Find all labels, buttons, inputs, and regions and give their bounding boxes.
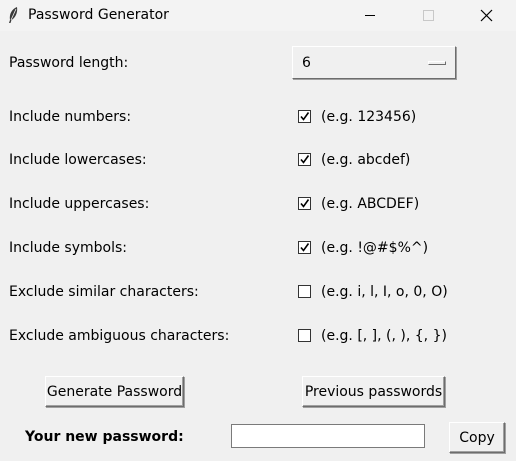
password-length-value: 6 bbox=[302, 55, 311, 71]
option-label-lowercases: Include lowercases: bbox=[9, 152, 147, 168]
copy-button[interactable]: Copy bbox=[449, 422, 505, 453]
checkbox-include-numbers[interactable] bbox=[298, 110, 311, 123]
option-hint-symbols: (e.g. !@#$%^) bbox=[321, 240, 429, 256]
option-label-uppercases: Include uppercases: bbox=[9, 196, 150, 212]
new-password-field[interactable] bbox=[231, 424, 425, 448]
option-label-numbers: Include numbers: bbox=[9, 109, 132, 125]
feather-icon bbox=[6, 6, 20, 24]
app-window: Password Generator Password length: 6 In… bbox=[0, 0, 516, 461]
generate-password-button[interactable]: Generate Password bbox=[45, 376, 184, 407]
checkmark-icon bbox=[300, 199, 310, 208]
dropdown-indicator-icon bbox=[428, 61, 446, 65]
checkbox-include-uppercases[interactable] bbox=[298, 197, 311, 210]
checkmark-icon bbox=[300, 155, 310, 164]
title-bar[interactable]: Password Generator bbox=[0, 0, 516, 31]
previous-passwords-button[interactable]: Previous passwords bbox=[302, 376, 445, 407]
checkbox-include-lowercases[interactable] bbox=[298, 153, 311, 166]
checkmark-icon bbox=[300, 112, 310, 121]
close-icon bbox=[480, 9, 493, 22]
maximize-button[interactable] bbox=[405, 0, 451, 31]
option-hint-similar: (e.g. i, l, I, o, 0, O) bbox=[321, 284, 448, 300]
option-label-ambiguous: Exclude ambiguous characters: bbox=[9, 328, 230, 344]
checkbox-include-symbols[interactable] bbox=[298, 241, 311, 254]
option-hint-uppercases: (e.g. ABCDEF) bbox=[321, 196, 420, 212]
checkbox-exclude-ambiguous[interactable] bbox=[298, 329, 311, 342]
minimize-icon bbox=[365, 15, 375, 16]
option-hint-lowercases: (e.g. abcdef) bbox=[321, 152, 411, 168]
window-title: Password Generator bbox=[28, 7, 169, 23]
option-hint-ambiguous: (e.g. [, ], (, ), {, }) bbox=[321, 328, 447, 344]
option-label-symbols: Include symbols: bbox=[9, 240, 127, 256]
maximize-icon bbox=[423, 10, 434, 21]
password-length-label: Password length: bbox=[9, 55, 129, 71]
close-button[interactable] bbox=[463, 0, 509, 31]
new-password-label: Your new password: bbox=[25, 429, 184, 445]
password-length-select[interactable]: 6 bbox=[292, 46, 456, 79]
checkbox-exclude-similar[interactable] bbox=[298, 285, 311, 298]
option-label-similar: Exclude similar characters: bbox=[9, 284, 199, 300]
checkmark-icon bbox=[300, 243, 310, 252]
minimize-button[interactable] bbox=[347, 0, 393, 31]
option-hint-numbers: (e.g. 123456) bbox=[321, 109, 417, 125]
